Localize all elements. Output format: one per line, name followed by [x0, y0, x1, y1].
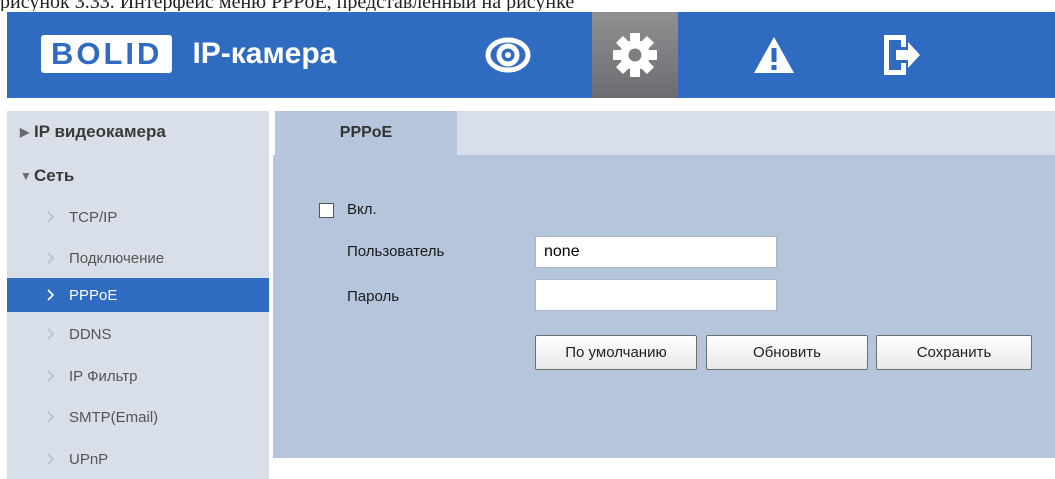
logo: BOLID IP-камера	[41, 34, 336, 74]
document-caption: рисунок 3.33. Интерфейс меню PPPoE, пред…	[0, 0, 575, 11]
sidebar-item-label: PPPoE	[69, 286, 118, 304]
chevron-right-icon	[47, 370, 55, 382]
nav-logout-button[interactable]	[859, 12, 945, 98]
top-header: BOLID IP-камера	[7, 12, 1055, 98]
password-label: Пароль	[347, 288, 400, 305]
enable-checkbox[interactable]	[319, 203, 334, 218]
sidebar-item-smtp[interactable]: SMTP(Email)	[7, 400, 269, 434]
tab-bar: PPPoE	[275, 111, 1055, 155]
nav-setup-button[interactable]	[592, 12, 678, 98]
sidebar-group-label: IP видеокамера	[34, 122, 166, 141]
nav-live-view-button[interactable]	[465, 12, 551, 98]
default-button[interactable]: По умолчанию	[535, 335, 697, 370]
nav-alarm-button[interactable]	[731, 12, 817, 98]
sidebar-item-label: UPnP	[69, 450, 109, 468]
enable-label: Вкл.	[347, 201, 377, 218]
sidebar-group-network[interactable]: ▼ Сеть	[7, 159, 269, 193]
sidebar-item-label: DDNS	[69, 325, 112, 343]
caret-right-icon: ▶	[20, 125, 30, 139]
user-label: Пользователь	[347, 243, 445, 260]
app-title: IP-камера	[192, 37, 337, 70]
sidebar-item-connection[interactable]: Подключение	[7, 241, 269, 275]
caret-down-icon: ▼	[20, 169, 32, 183]
tab-pppoe[interactable]: PPPoE	[275, 111, 457, 155]
sidebar-item-pppoe[interactable]: PPPoE	[7, 278, 269, 312]
brand-logo: BOLID	[41, 35, 173, 73]
sidebar-item-label: IP Фильтр	[69, 367, 138, 385]
sidebar-item-upnp[interactable]: UPnP	[7, 442, 269, 476]
sidebar-item-label: Подключение	[69, 249, 165, 267]
warning-icon	[754, 37, 794, 73]
user-field[interactable]	[535, 236, 777, 268]
exit-icon	[884, 35, 920, 75]
refresh-button[interactable]: Обновить	[706, 335, 868, 370]
password-field[interactable]	[535, 279, 777, 311]
eye-icon	[485, 37, 531, 73]
sidebar-group-label: Сеть	[34, 166, 75, 185]
sidebar-item-tcpip[interactable]: TCP/IP	[7, 200, 269, 234]
sidebar-item-label: SMTP(Email)	[69, 408, 159, 426]
gear-icon	[613, 33, 657, 77]
sidebar-item-label: TCP/IP	[69, 208, 118, 226]
chevron-right-icon	[47, 289, 55, 301]
sidebar-group-ip-camera[interactable]: ▶ IP видеокамера	[7, 115, 269, 149]
chevron-right-icon	[47, 411, 55, 423]
sidebar: ▶ IP видеокамера ▼ Сеть TCP/IP Подключен…	[7, 111, 269, 479]
save-button[interactable]: Сохранить	[876, 335, 1032, 370]
chevron-right-icon	[47, 211, 55, 223]
sidebar-item-ddns[interactable]: DDNS	[7, 317, 269, 351]
chevron-right-icon	[47, 453, 55, 465]
chevron-right-icon	[47, 328, 55, 340]
chevron-right-icon	[47, 252, 55, 264]
sidebar-item-ip-filter[interactable]: IP Фильтр	[7, 359, 269, 393]
